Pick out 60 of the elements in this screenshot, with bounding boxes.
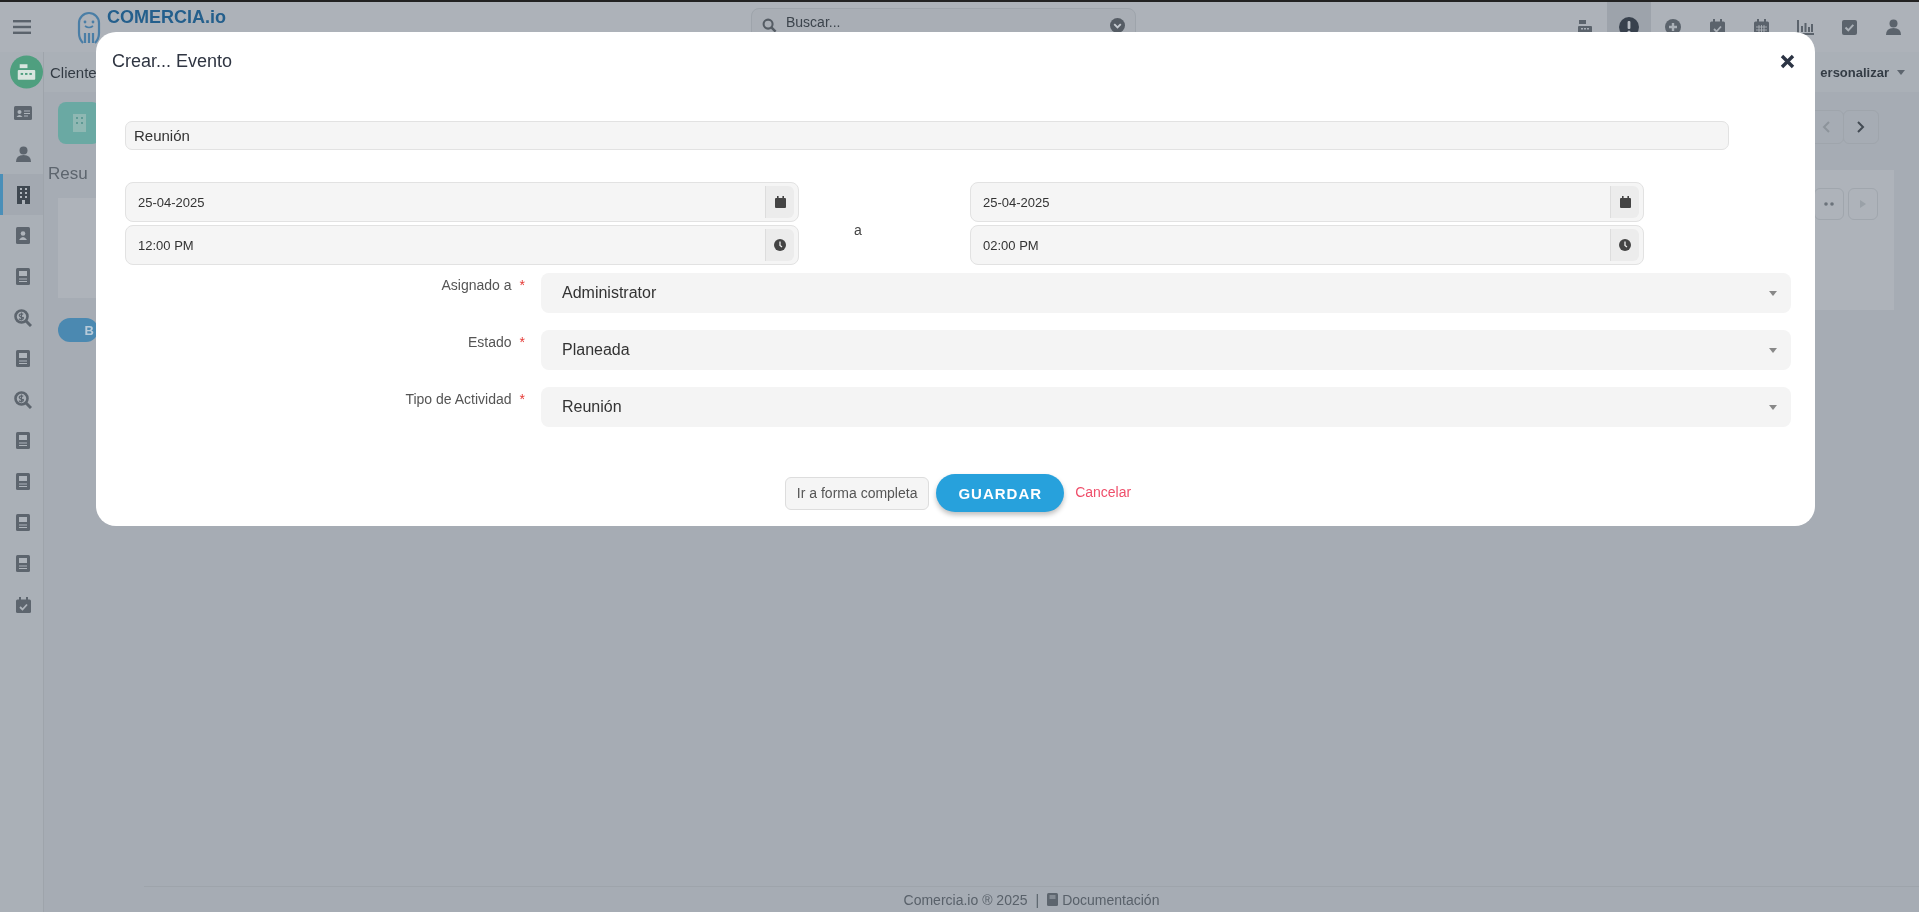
select-dropdown[interactable]: Administrator [541,273,1791,313]
copyright-text: Comercia.io ® 2025 [903,891,1028,908]
required-mark: * [519,277,525,293]
document-icon [16,555,30,572]
document-icon [16,432,30,449]
logo-text: COMERCIA.io [107,7,226,27]
full-form-button[interactable]: Ir a forma completa [784,476,930,510]
document-icon [16,268,30,285]
close-icon[interactable] [1780,53,1795,69]
clock-icon [774,239,786,251]
sidebar-item[interactable] [0,174,43,215]
date-input-field[interactable]: 25-04-2025 [970,182,1644,222]
field-label: Tipo de Actividad [405,391,512,407]
select-dropdown[interactable]: Reunión [541,387,1791,427]
ellipsis-icon [1824,202,1834,206]
search-dollar-icon [14,390,32,409]
field-label: Asignado a [441,277,512,293]
calendar-icon [1619,196,1631,208]
range-separator-text: a [853,221,863,238]
customize-dropdown[interactable]: ersonalizar [1820,64,1905,80]
address-book-icon [16,227,30,244]
search-placeholder: Buscar... [786,14,842,30]
caret-icon [1769,404,1777,410]
user-icon [1885,19,1901,35]
chevron-left-icon [1822,121,1830,133]
bar-chart-icon [1796,19,1814,35]
required-mark: * [519,334,525,350]
building-icon [16,185,30,204]
calendar-check-icon [15,596,31,613]
document-icon [16,350,30,367]
required-mark: * [519,391,525,407]
dropdown-circle-icon[interactable] [1110,17,1125,33]
user-icon [15,145,31,162]
modal-title: Crear... Evento [112,50,233,72]
id-card-icon [14,105,32,120]
time-input-field[interactable]: 02:00 PM [970,225,1644,265]
calendar-icon [774,196,786,208]
caret-icon [1769,347,1777,353]
menu-icon[interactable] [12,19,31,35]
separator-text: | [1035,891,1040,908]
search-icon [762,17,777,33]
breadcrumb-text: Cliente [50,63,97,81]
select-dropdown[interactable]: Planeada [541,330,1791,370]
date-input-field[interactable]: 25-04-2025 [125,182,799,222]
checkbox-icon [1841,19,1857,35]
cancel-link[interactable]: Cancelar [1075,484,1132,500]
cash-register-icon[interactable] [10,55,43,89]
subject-input-field[interactable]: Reunión [125,121,1729,150]
time-input-field[interactable]: 12:00 PM [125,225,799,265]
document-icon [16,514,30,531]
caret-icon [1897,69,1905,75]
book-icon [1047,893,1059,906]
search-dollar-icon [14,308,32,327]
clock-icon [1619,239,1631,251]
field-label: Estado [467,334,512,350]
building-icon [72,114,86,132]
document-icon [16,473,30,490]
caret-icon [1769,290,1777,296]
pager-button[interactable] [1843,110,1879,144]
chevron-right-icon [1857,121,1865,133]
